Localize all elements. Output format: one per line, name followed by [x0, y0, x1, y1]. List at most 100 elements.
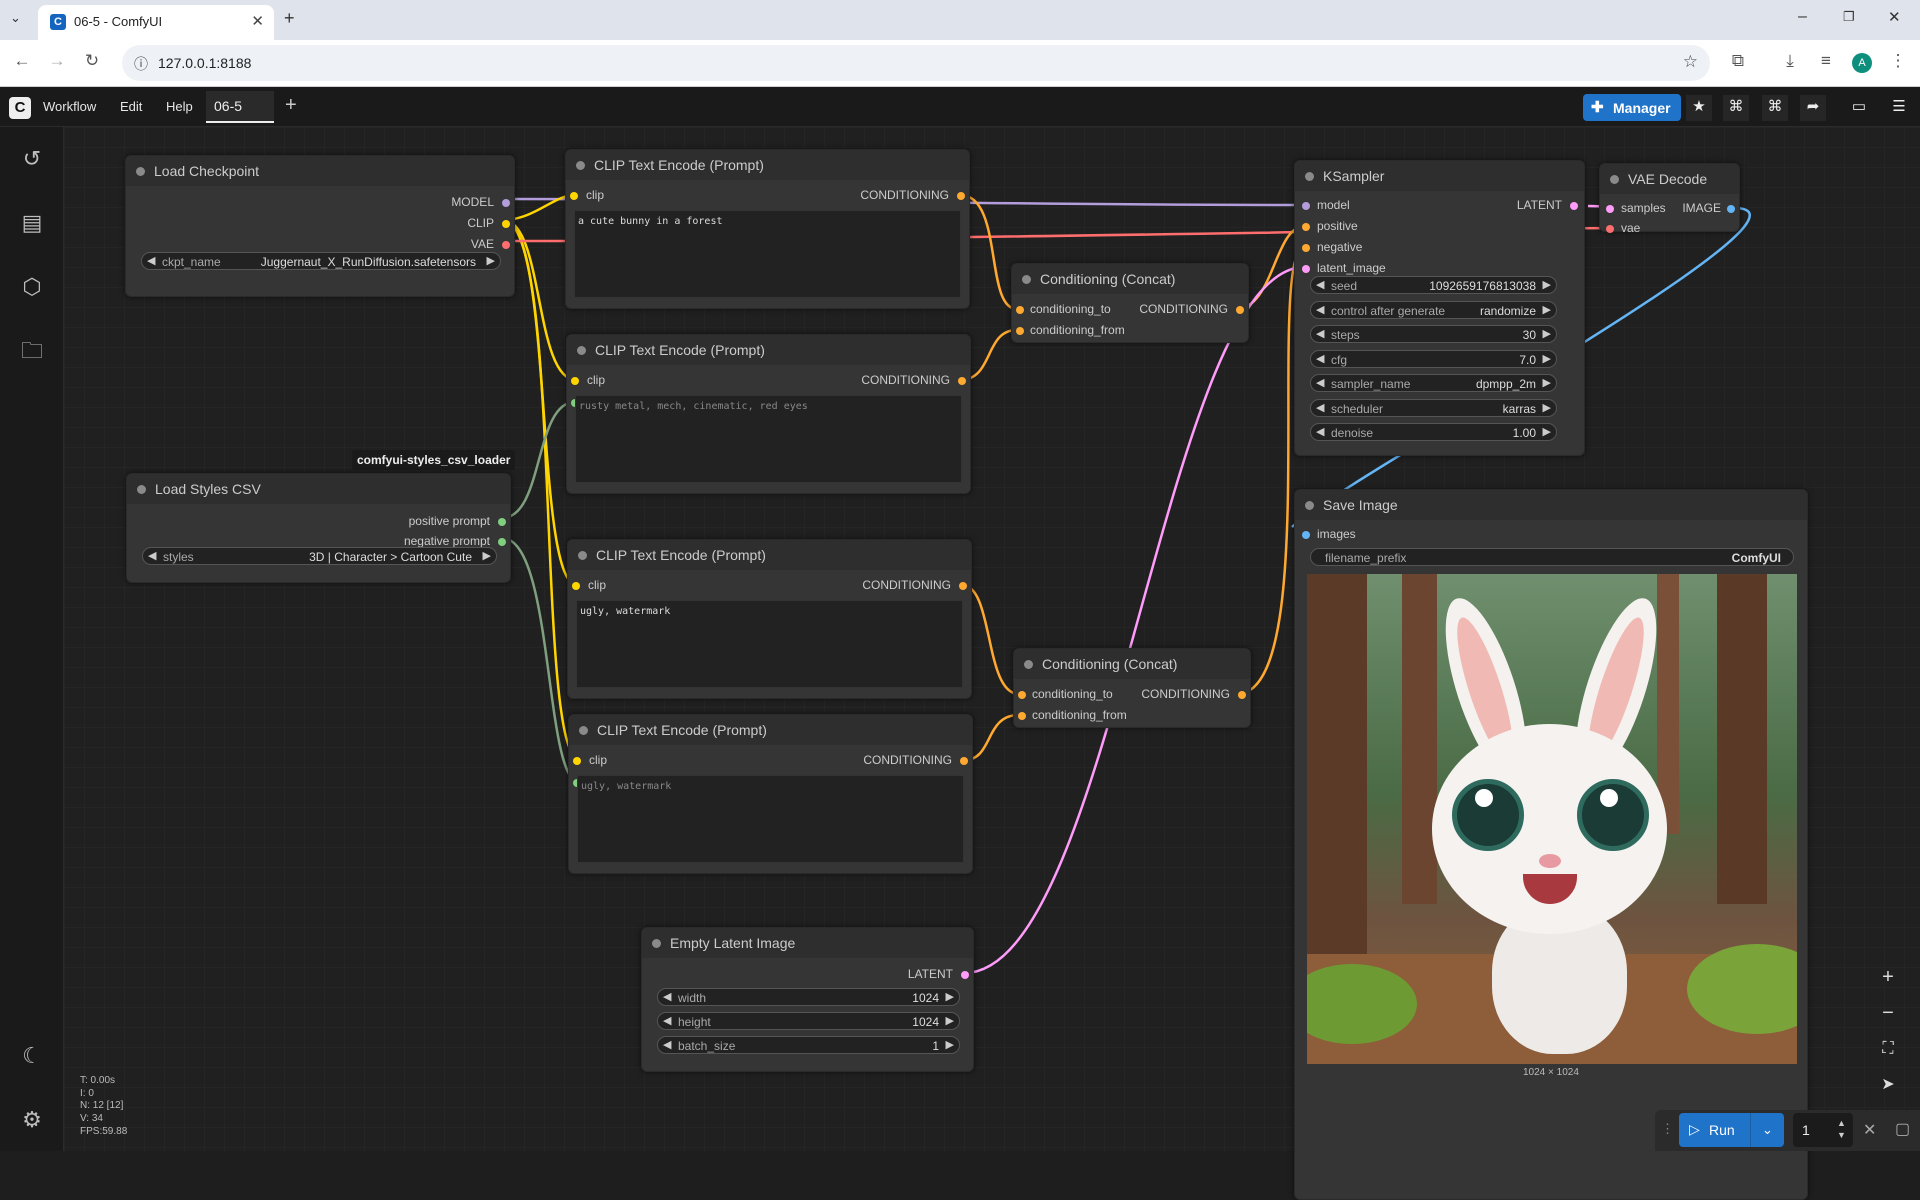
decrement-arrow-icon[interactable]: ◀ [663, 1038, 671, 1051]
node-header[interactable]: Save Image [1295, 490, 1807, 520]
width-number-widget[interactable]: ◀ width 1024 ▶ [657, 988, 960, 1006]
node-library-sidebar-icon[interactable]: ▤ [18, 209, 46, 237]
control-after-generate-widget[interactable]: ◀ control after generate randomize ▶ [1310, 301, 1557, 319]
input-conditioning-to-slot[interactable] [1016, 306, 1024, 314]
manager-button[interactable]: ✚ Manager [1583, 94, 1681, 121]
output-conditioning-slot[interactable] [957, 192, 965, 200]
input-positive-slot[interactable] [1302, 223, 1310, 231]
output-conditioning-slot[interactable] [1236, 306, 1244, 314]
back-icon[interactable]: ← [10, 51, 34, 71]
input-model-slot[interactable] [1302, 202, 1310, 210]
media-icon[interactable]: ≡ [1814, 51, 1838, 71]
increment-arrow-icon[interactable]: ▶ [946, 1038, 954, 1051]
theme-toggle-moon-icon[interactable]: ☾ [18, 1042, 46, 1070]
node-header[interactable]: Conditioning (Concat) [1014, 649, 1250, 679]
decrement-arrow-icon[interactable]: ◀ [1316, 376, 1324, 389]
run-button[interactable]: ▷ Run [1679, 1113, 1750, 1147]
node-vae-decode[interactable]: VAE Decode samples vae IMAGE [1599, 163, 1740, 235]
output-image-slot[interactable] [1727, 205, 1735, 213]
decrement-arrow-icon[interactable]: ◀ [663, 1014, 671, 1027]
model-library-icon[interactable]: ⬡ [18, 273, 46, 301]
height-number-widget[interactable]: ◀ height 1024 ▶ [657, 1012, 960, 1030]
input-conditioning-from-slot[interactable] [1016, 327, 1024, 335]
prompt-textarea[interactable]: rusty metal, mech, cinematic, red eyes [575, 395, 962, 483]
batch-size-number-widget[interactable]: ◀ batch_size 1 ▶ [657, 1036, 960, 1054]
zoom-in-icon[interactable]: + [1868, 960, 1908, 994]
decrement-arrow-icon[interactable]: ◀ [148, 549, 156, 562]
decrement-arrow-icon[interactable]: ◀ [1316, 303, 1324, 316]
node-empty-latent-image[interactable]: Empty Latent Image LATENT ◀ width 1024 ▶… [641, 927, 974, 1072]
output-conditioning-slot[interactable] [960, 757, 968, 765]
fit-view-icon[interactable]: ⛶ [1868, 1032, 1908, 1066]
output-latent-slot[interactable] [1570, 202, 1578, 210]
seed-widget[interactable]: ◀ seed 1092659176813038 ▶ [1310, 276, 1557, 294]
cancel-run-icon[interactable]: ✕ [1863, 1120, 1876, 1140]
input-negative-slot[interactable] [1302, 244, 1310, 252]
increment-arrow-icon[interactable]: ▶ [1543, 352, 1551, 365]
node-header[interactable]: VAE Decode [1600, 164, 1739, 194]
output-latent-slot[interactable] [961, 971, 969, 979]
decrement-arrow-icon[interactable]: ◀ [1316, 401, 1324, 414]
forward-icon[interactable]: → [45, 51, 69, 71]
prompt-textarea[interactable]: ugly, watermark [577, 775, 964, 863]
hamburger-menu-icon[interactable]: ☰ [1886, 95, 1912, 121]
input-clip-slot[interactable] [573, 757, 581, 765]
batch-count-input[interactable]: 1 ▲ ▼ [1793, 1113, 1853, 1147]
output-conditioning-slot[interactable] [959, 582, 967, 590]
tab-close-icon[interactable]: ✕ [251, 12, 264, 30]
tab-list-dropdown-icon[interactable]: ⌄ [10, 10, 21, 26]
sampler-name-widget[interactable]: ◀ sampler_name dpmpp_2m ▶ [1310, 374, 1557, 392]
input-samples-slot[interactable] [1606, 205, 1614, 213]
toggle-panel-icon[interactable]: ▭ [1846, 95, 1872, 121]
increment-arrow-icon[interactable]: ▶ [946, 1014, 954, 1027]
bookmark-star-icon[interactable]: ☆ [1683, 52, 1698, 72]
decrement-arrow-icon[interactable]: ◀ [147, 254, 155, 267]
hide-toolbar-icon[interactable]: ▢ [1895, 1119, 1910, 1139]
output-negative-slot[interactable] [498, 538, 506, 546]
menu-workflow[interactable]: Workflow [43, 99, 96, 114]
increment-arrow-icon[interactable]: ▶ [1543, 401, 1551, 414]
node-header[interactable]: CLIP Text Encode (Prompt) [567, 335, 970, 365]
node-header[interactable]: CLIP Text Encode (Prompt) [566, 150, 969, 180]
output-model-slot[interactable] [502, 199, 510, 207]
input-images-slot[interactable] [1302, 531, 1310, 539]
increment-arrow-icon[interactable]: ▶ [1543, 327, 1551, 340]
output-conditioning-slot[interactable] [958, 377, 966, 385]
share-icon[interactable]: ➦ [1800, 95, 1826, 121]
node-clip-text-encode-4[interactable]: CLIP Text Encode (Prompt) clip CONDITION… [568, 714, 973, 874]
node-header[interactable]: Conditioning (Concat) [1012, 264, 1248, 294]
output-vae-slot[interactable] [502, 241, 510, 249]
input-conditioning-from-slot[interactable] [1018, 712, 1026, 720]
prompt-textarea[interactable]: ugly, watermark [576, 600, 963, 688]
node-header[interactable]: KSampler [1295, 161, 1584, 191]
node-clip-text-encode-3[interactable]: CLIP Text Encode (Prompt) clip CONDITION… [567, 539, 972, 699]
select-pointer-icon[interactable]: ➤ [1868, 1068, 1908, 1102]
prompt-textarea[interactable]: a cute bunny in a forest [574, 210, 961, 298]
minimize-icon[interactable]: – [1798, 8, 1807, 26]
browser-tab[interactable]: C 06-5 - ComfyUI ✕ [38, 5, 274, 40]
menu-edit[interactable]: Edit [120, 99, 142, 114]
input-latent-slot[interactable] [1302, 265, 1310, 273]
output-image-preview[interactable] [1307, 574, 1797, 1064]
comfy-logo-icon[interactable]: C [9, 97, 31, 119]
decrement-arrow-icon[interactable]: ◀ [1316, 425, 1324, 438]
input-clip-slot[interactable] [570, 192, 578, 200]
increment-arrow-icon[interactable]: ▶ [1543, 303, 1551, 316]
extensions-icon[interactable]: ⧉ [1726, 51, 1750, 71]
profile-avatar[interactable]: A [1852, 53, 1872, 73]
input-conditioning-to-slot[interactable] [1018, 691, 1026, 699]
node-library-icon[interactable]: ⌘ [1723, 95, 1749, 121]
increment-arrow-icon[interactable]: ▶ [487, 254, 495, 267]
url-field[interactable]: ⓘ 127.0.0.1:8188 ☆ [122, 45, 1710, 81]
styles-combo[interactable]: ◀ styles 3D | Character > Cartoon Cute ▶ [142, 547, 497, 565]
node-save-image[interactable]: Save Image images filename_prefix ComfyU… [1294, 489, 1808, 1200]
menu-help[interactable]: Help [166, 99, 193, 114]
settings-gear-icon[interactable]: ⚙ [18, 1106, 46, 1134]
node-load-styles-csv[interactable]: Load Styles CSV positive prompt negative… [126, 473, 511, 583]
zoom-out-icon[interactable]: − [1868, 996, 1908, 1030]
run-mode-dropdown-icon[interactable]: ⌄ [1750, 1113, 1784, 1147]
collapse-dot-icon[interactable] [576, 161, 585, 170]
collapse-dot-icon[interactable] [578, 551, 587, 560]
collapse-dot-icon[interactable] [1305, 501, 1314, 510]
denoise-widget[interactable]: ◀ denoise 1.00 ▶ [1310, 423, 1557, 441]
